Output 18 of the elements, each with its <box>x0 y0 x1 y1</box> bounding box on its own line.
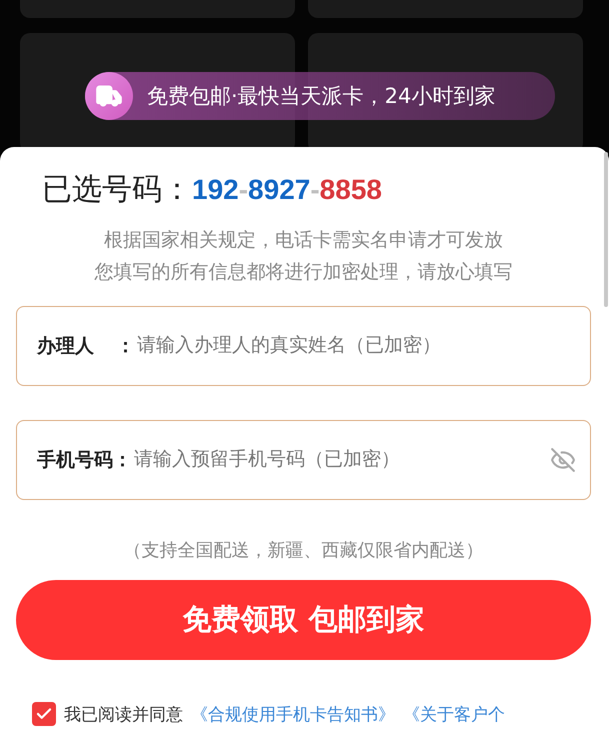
input-field[interactable]: 请输入办理人的真实姓名（已加密） <box>135 334 576 358</box>
agreement-link[interactable]: 《关于客户个 <box>403 702 505 726</box>
field-label: 办理人 <box>37 334 94 359</box>
input-field[interactable]: 请输入预留手机号码（已加密） <box>132 448 550 472</box>
field-colon: ： <box>116 334 135 359</box>
agree-text: 我已阅读并同意 <box>64 704 183 726</box>
delivery-note: （支持全国配送，新疆、西藏仅限省内配送） <box>122 539 484 562</box>
selected-number: 192-8927-8858 <box>192 174 382 206</box>
hide-password-icon[interactable] <box>550 447 576 473</box>
field-colon: ： <box>113 448 132 473</box>
selected-number-label: 已选号码： <box>42 171 192 209</box>
truck-icon <box>85 72 133 120</box>
agreement-link[interactable]: 《合规使用手机卡告知书》 <box>191 702 395 726</box>
field-label: 手机号码 <box>37 448 113 473</box>
notice-text: 根据国家相关规定，电话卡需实名申请才可发放 您填写的所有信息都将进行加密处理，请放心填写 <box>94 228 514 285</box>
agree-checkbox[interactable] <box>32 702 56 726</box>
banner-text: 免费包邮·最快当天派卡，24小时到家 <box>147 83 496 110</box>
submit-button[interactable]: 免费领取 包邮到家 <box>16 580 591 660</box>
